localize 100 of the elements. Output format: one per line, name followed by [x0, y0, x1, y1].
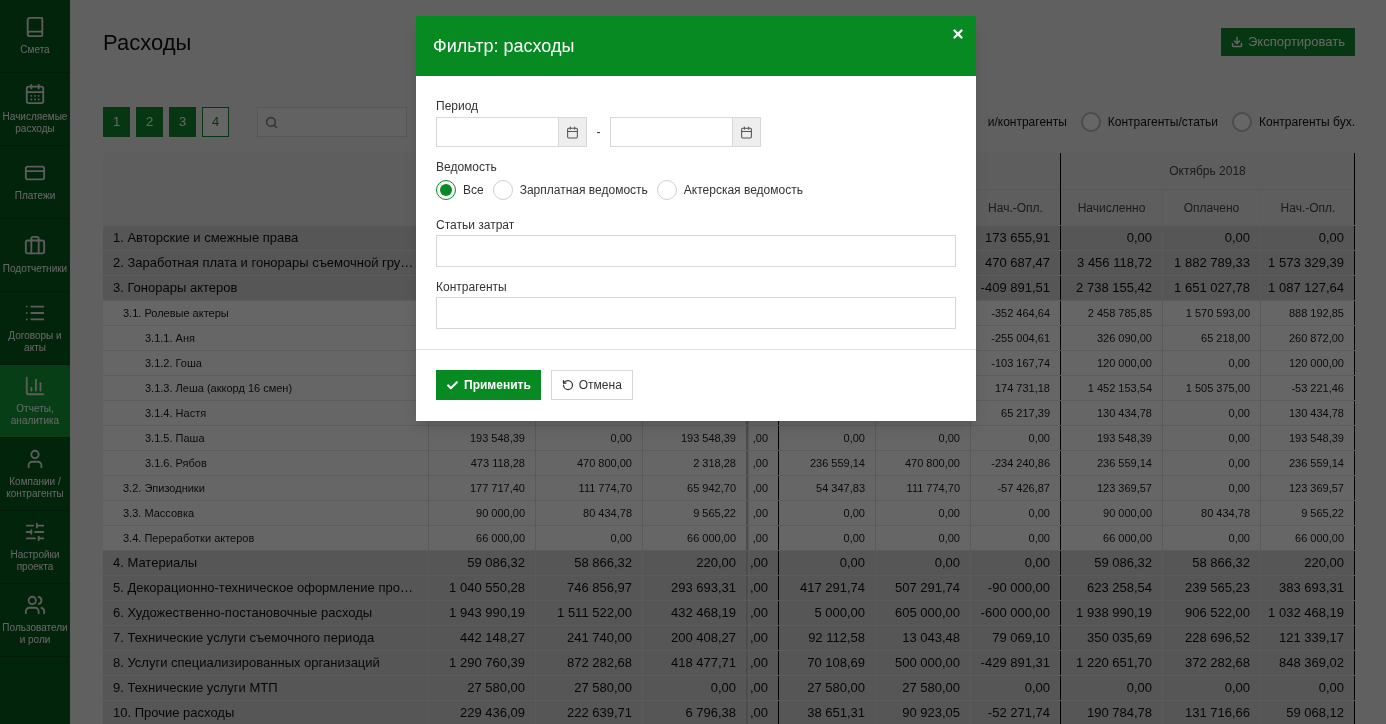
- table-cell-text: 372 282,68: [1184, 654, 1250, 673]
- table-cell-text: 0,00: [843, 505, 865, 521]
- table-cell-text: 111 774,70: [906, 480, 960, 496]
- table-cell-text: 123 369,57: [1096, 480, 1152, 496]
- table-cell-text: 0,00: [1228, 455, 1250, 471]
- table-cell-text: -600 000,00: [980, 604, 1050, 623]
- table-cell-text: 173 655,91: [984, 229, 1050, 248]
- table-cell-text: 0,00: [934, 554, 960, 573]
- table-cell-text: 0,00: [843, 430, 865, 446]
- table-cell-text: 848 369,02: [1278, 654, 1344, 673]
- table-cell-text: 0,00: [1224, 679, 1250, 698]
- table-cell-text: 0,00: [1228, 355, 1250, 371]
- row-label: 3.1.1. Аня: [145, 330, 195, 346]
- row-label: 3.1.6. Рябов: [145, 455, 207, 471]
- table-cell-text: 0,00: [843, 530, 865, 546]
- table-cell-text: 418 477,71: [670, 654, 736, 673]
- table-cell-text: 59 086,32: [1094, 554, 1152, 573]
- table-cell-text: 906 522,00: [1184, 604, 1250, 623]
- table-cell-text: -53 221,46: [1291, 380, 1344, 396]
- table-cell-text: 65 218,00: [1201, 330, 1250, 346]
- table-cell-text: 0,00: [938, 430, 960, 446]
- table-cell-text: 470 687,47: [984, 254, 1050, 273]
- table-cell-text: 174 731,18: [994, 380, 1050, 396]
- table-cell-text: 1 032 468,19: [1268, 604, 1344, 623]
- table-cell-text: 0,00: [1318, 229, 1344, 248]
- table-cell-text: 0,00: [1224, 229, 1250, 248]
- table-cell-text: 383 693,31: [1278, 579, 1344, 598]
- table-cell-text: 605 000,00: [894, 604, 960, 623]
- table-cell-text: 228 696,52: [1184, 629, 1250, 648]
- table-cell-text: 200 408,27: [670, 629, 736, 648]
- table-cell-text: 888 192,85: [1288, 305, 1344, 321]
- table-cell-text: 220,00: [696, 554, 736, 573]
- table-cell-text: 260 872,00: [1288, 330, 1344, 346]
- table-cell-text: ,00: [752, 455, 768, 471]
- table-cell-text: 131 716,66: [1184, 704, 1250, 723]
- table-cell-text: 90 000,00: [476, 505, 525, 521]
- table-cell-text: ,00: [749, 629, 768, 648]
- table-cell-text: 500 000,00: [894, 654, 960, 673]
- table-cell-text: 27 580,00: [574, 679, 632, 698]
- table-cell-text: 0,00: [1228, 530, 1250, 546]
- table-cell-text: 0,00: [938, 530, 960, 546]
- table-cell-text: 0,00: [1318, 679, 1344, 698]
- table-cell-text: 123 369,57: [1288, 480, 1344, 496]
- table-cell-text: ,00: [752, 430, 768, 446]
- table-cell-text: 470 800,00: [576, 455, 632, 471]
- table-cell-text: ,00: [752, 530, 768, 546]
- column-header: Начисленно: [1077, 199, 1146, 217]
- table-cell-text: 66 000,00: [476, 530, 525, 546]
- table-cell-text: 13 043,48: [902, 629, 960, 648]
- radio-label: Контрагенты/статьи: [1107, 114, 1219, 131]
- table-cell-text: 121 339,17: [1278, 629, 1344, 648]
- row-label: 6. Художественно-постановочные расходы: [113, 604, 373, 623]
- row-label: 3.1.2. Гоша: [145, 355, 202, 371]
- table-cell-text: 241 740,00: [566, 629, 632, 648]
- table-cell-text: 350 035,69: [1086, 629, 1152, 648]
- table-cell-text: 79 069,10: [992, 629, 1050, 648]
- row-label: 5. Декорационно-техническое оформление про…: [113, 579, 413, 598]
- row-label: 1. Авторские и смежные права: [113, 229, 299, 248]
- table-cell-text: 66 000,00: [1295, 530, 1344, 546]
- table-cell-text: 229 436,09: [459, 704, 525, 723]
- dialog-title: Фильтр: расходы: [433, 34, 575, 58]
- table-cell-text: 1 570 593,00: [1185, 305, 1250, 321]
- row-label: 3.1.5. Паша: [145, 430, 205, 446]
- table-cell-text: 0,00: [1024, 554, 1050, 573]
- table-cell-text: 0,00: [1024, 679, 1050, 698]
- row-label: 3.1.3. Леша (аккорд 16 смен): [145, 380, 293, 396]
- table-cell-text: 27 580,00: [467, 679, 525, 698]
- row-label: 7. Технические услуги съемочного периода: [113, 629, 375, 648]
- table-cell-text: -103 167,74: [991, 355, 1050, 371]
- table-cell-text: 1 938 990,19: [1076, 604, 1152, 623]
- table-cell-text: -352 464,64: [991, 305, 1050, 321]
- table-cell-text: 65 217,39: [1001, 405, 1050, 421]
- table-cell-text: 90 000,00: [1103, 505, 1152, 521]
- row-label: 3.1. Ролевые актеры: [123, 305, 229, 321]
- table-cell-text: 0,00: [938, 505, 960, 521]
- table-cell-text: 0,00: [710, 679, 736, 698]
- table-cell-text: ,00: [749, 579, 768, 598]
- table-cell-text: -57 426,87: [997, 480, 1050, 496]
- table-cell-text: 0,00: [1228, 430, 1250, 446]
- field-label: Период: [436, 99, 480, 113]
- row-label: 10. Прочие расходы: [113, 704, 235, 723]
- row-label: 3. Гонорары актеров: [113, 279, 238, 298]
- table-cell-text: 38 651,31: [807, 704, 865, 723]
- table-cell-text: 0,00: [1028, 530, 1050, 546]
- table-cell-text: 1 087 127,64: [1268, 279, 1344, 298]
- table-cell-text: 0,00: [839, 554, 865, 573]
- table-cell-text: -409 891,51: [980, 279, 1050, 298]
- table-cell-text: 220,00: [1304, 554, 1344, 573]
- row-label: 3.2. Эпизодники: [123, 480, 205, 496]
- table-cell-text: 27 580,00: [807, 679, 865, 698]
- page-title: Расходы: [103, 28, 192, 57]
- table-cell-text: ,00: [749, 704, 768, 723]
- table-cell-text: 746 856,97: [566, 579, 632, 598]
- table-cell-text: 0,00: [1126, 229, 1152, 248]
- table-cell-text: 27 580,00: [902, 679, 960, 698]
- table-cell-text: 6 796,38: [685, 704, 736, 723]
- row-label: 2. Заработная плата и гонорары съемочной гру…: [113, 254, 414, 273]
- table-cell-text: ,00: [752, 505, 768, 521]
- table-cell-text: 111 774,70: [578, 480, 632, 496]
- radio-label: Зарплатная ведомость: [519, 183, 648, 197]
